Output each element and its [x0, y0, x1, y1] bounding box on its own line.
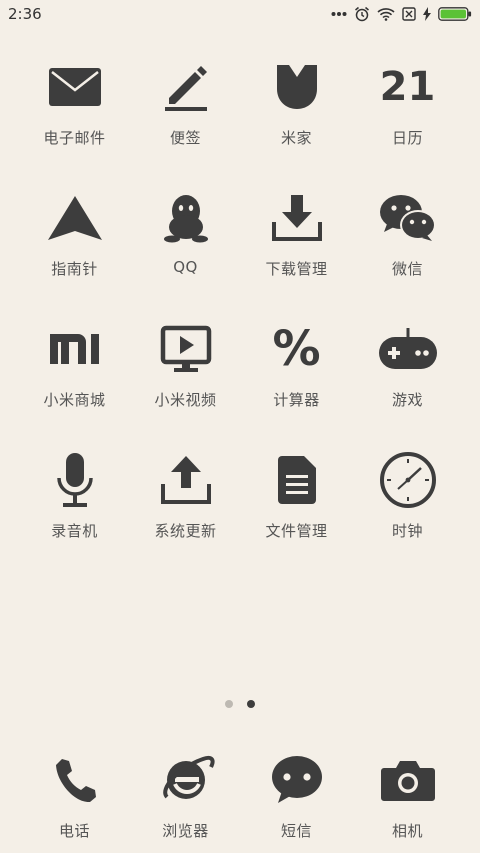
video-player-icon: [154, 317, 218, 381]
dock-phone[interactable]: 电话: [19, 748, 130, 841]
wechat-icon: [376, 186, 440, 250]
app-label: 电子邮件: [43, 129, 106, 147]
phone-icon: [43, 748, 107, 812]
camera-icon: [376, 748, 440, 812]
charging-icon: [423, 7, 431, 21]
app-system-update[interactable]: 系统更新: [130, 448, 241, 579]
app-label: 录音机: [51, 522, 98, 540]
app-clock[interactable]: 时钟: [352, 448, 463, 579]
mail-icon: [43, 55, 107, 119]
mijia-icon: [265, 55, 329, 119]
percent-glyph: %: [272, 321, 321, 377]
status-time: 2:36: [8, 5, 42, 23]
app-label: 文件管理: [265, 522, 328, 540]
app-label: 计算器: [273, 391, 320, 409]
app-mijia[interactable]: 米家: [241, 55, 352, 186]
app-label: 小米商城: [43, 391, 106, 409]
app-label: 下载管理: [265, 260, 328, 278]
app-mi-video[interactable]: 小米视频: [130, 317, 241, 448]
percent-icon: %: [265, 317, 329, 381]
more-dots-icon: [331, 11, 347, 17]
dock: 电话 浏览器 短信 相机: [0, 748, 480, 841]
upload-icon: [154, 448, 218, 512]
app-games[interactable]: 游戏: [352, 317, 463, 448]
app-recorder[interactable]: 录音机: [19, 448, 130, 579]
gamepad-icon: [376, 317, 440, 381]
dock-browser[interactable]: 浏览器: [130, 748, 241, 841]
app-file-manager[interactable]: 文件管理: [241, 448, 352, 579]
app-label: 指南针: [51, 260, 98, 278]
app-mi-store[interactable]: 小米商城: [19, 317, 130, 448]
app-downloads[interactable]: 下载管理: [241, 186, 352, 317]
battery-icon: [438, 7, 472, 21]
app-compass[interactable]: 指南针: [19, 186, 130, 317]
app-label: 时钟: [391, 522, 423, 540]
browser-icon: [154, 748, 218, 812]
page-dot-active[interactable]: [247, 700, 255, 708]
app-email[interactable]: 电子邮件: [19, 55, 130, 186]
download-icon: [265, 186, 329, 250]
no-sim-icon: [402, 7, 416, 21]
app-label: 米家: [280, 129, 312, 147]
app-label: 小米视频: [154, 391, 217, 409]
app-label: 日历: [391, 129, 423, 147]
app-label: 相机: [391, 822, 423, 840]
dock-camera[interactable]: 相机: [352, 748, 463, 841]
app-qq[interactable]: QQ: [130, 186, 241, 317]
status-icons: [331, 6, 472, 22]
app-calendar[interactable]: 21 日历: [352, 55, 463, 186]
pencil-icon: [154, 55, 218, 119]
mi-logo-icon: [43, 317, 107, 381]
page-indicator: [0, 700, 480, 708]
file-icon: [265, 448, 329, 512]
clock-icon: [376, 448, 440, 512]
message-icon: [265, 748, 329, 812]
wifi-icon: [377, 7, 395, 21]
calendar-date: 21: [379, 64, 436, 110]
page-dot[interactable]: [225, 700, 233, 708]
app-calculator[interactable]: % 计算器: [241, 317, 352, 448]
app-wechat[interactable]: 微信: [352, 186, 463, 317]
calendar-icon: 21: [376, 55, 440, 119]
app-label: 游戏: [391, 391, 423, 409]
app-notes[interactable]: 便签: [130, 55, 241, 186]
alarm-icon: [354, 6, 370, 22]
compass-icon: [43, 186, 107, 250]
dock-messages[interactable]: 短信: [241, 748, 352, 841]
app-label: 电话: [58, 822, 90, 840]
app-grid: 电子邮件 便签 米家 21 日历 指南针 QQ 下载管理 微信 小米商城 小米视…: [0, 55, 480, 579]
microphone-icon: [43, 448, 107, 512]
app-label: 便签: [169, 129, 201, 147]
qq-penguin-icon: [154, 186, 218, 250]
app-label: 系统更新: [154, 522, 217, 540]
app-label: QQ: [173, 258, 198, 276]
app-label: 浏览器: [162, 822, 209, 840]
status-bar: 2:36: [0, 0, 480, 28]
app-label: 微信: [391, 260, 423, 278]
app-label: 短信: [280, 822, 312, 840]
